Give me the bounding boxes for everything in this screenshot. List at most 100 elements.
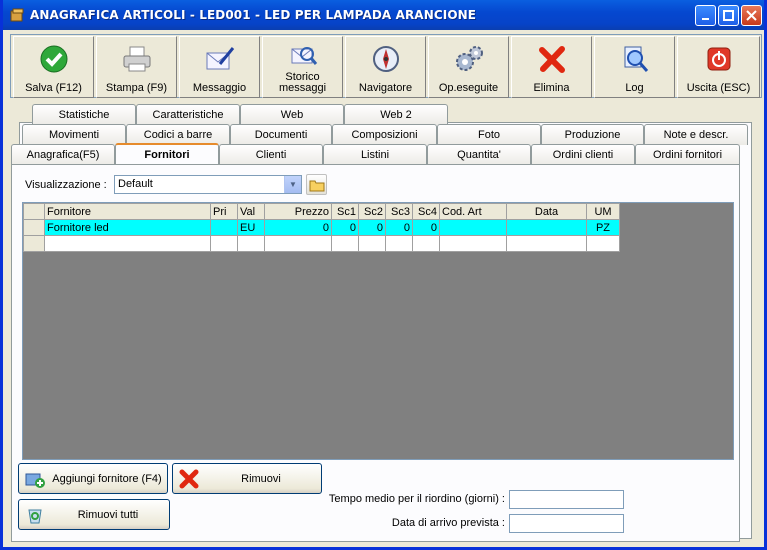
log-button[interactable]: Log	[594, 36, 675, 98]
print-label: Stampa (F9)	[105, 82, 168, 94]
tab-foto[interactable]: Foto	[437, 124, 541, 145]
tab-web[interactable]: Web	[240, 104, 344, 125]
exit-power-icon	[703, 43, 735, 75]
cell-empty[interactable]	[385, 235, 413, 252]
close-button[interactable]	[741, 5, 762, 26]
row-indicator[interactable]	[23, 219, 45, 236]
message-label: Messaggio	[192, 82, 247, 94]
message-history-button[interactable]: Storico messaggi	[262, 36, 343, 98]
cell-empty[interactable]	[44, 235, 211, 252]
minimize-icon	[701, 17, 709, 20]
tab-anagrafica[interactable]: Anagrafica(F5)	[11, 144, 115, 165]
tab-quantita[interactable]: Quantita'	[427, 144, 531, 165]
tab-clienti[interactable]: Clienti	[219, 144, 323, 165]
tab-composizioni[interactable]: Composizioni	[332, 124, 437, 145]
view-select[interactable]: Default ▼	[114, 175, 302, 194]
cell-sc3[interactable]: 0	[385, 219, 413, 236]
cell-empty[interactable]	[439, 235, 507, 252]
exit-button[interactable]: Uscita (ESC)	[677, 36, 760, 98]
tab-movimenti[interactable]: Movimenti	[22, 124, 126, 145]
minimize-button[interactable]	[695, 5, 716, 26]
add-supplier-button[interactable]: Aggiungi fornitore (F4)	[18, 463, 168, 494]
column-header-pri[interactable]: Pri	[210, 203, 238, 220]
delete-label: Elimina	[533, 82, 570, 94]
window-title: ANAGRAFICA ARTICOLI - LED001 - LED PER L…	[30, 8, 477, 22]
cell-sc2[interactable]: 0	[358, 219, 386, 236]
cell-empty[interactable]	[506, 235, 587, 252]
navigator-button[interactable]: Navigatore	[345, 36, 426, 98]
tab-produzione[interactable]: Produzione	[541, 124, 644, 145]
tab-ordini-fornitori[interactable]: Ordini fornitori	[635, 144, 740, 165]
cell-empty[interactable]	[358, 235, 386, 252]
arrival-date-label: Data di arrivo prevista :	[391, 517, 505, 529]
cell-empty[interactable]	[412, 235, 440, 252]
row-indicator-header	[23, 203, 45, 220]
envelope-pen-icon	[204, 43, 236, 75]
message-button[interactable]: Messaggio	[179, 36, 260, 98]
cell-um[interactable]: PZ	[586, 219, 620, 236]
column-header-sc1[interactable]: Sc1	[331, 203, 359, 220]
column-header-cod-art[interactable]: Cod. Art	[439, 203, 507, 220]
save-button[interactable]: Salva (F12)	[13, 36, 94, 98]
cell-empty[interactable]	[331, 235, 359, 252]
remove-button[interactable]: Rimuovi	[172, 463, 322, 494]
tab-caratteristiche[interactable]: Caratteristiche	[136, 104, 240, 125]
cell-empty[interactable]	[586, 235, 620, 252]
message-history-label: Storico messaggi	[278, 71, 327, 94]
tab-ordini-clienti[interactable]: Ordini clienti	[531, 144, 635, 165]
log-label: Log	[625, 82, 644, 94]
maximize-icon	[723, 10, 734, 21]
cell-sc4[interactable]: 0	[412, 219, 440, 236]
gears-icon	[453, 43, 485, 75]
cell-empty[interactable]	[210, 235, 238, 252]
tab-web-2[interactable]: Web 2	[344, 104, 448, 125]
column-header-prezzo[interactable]: Prezzo	[264, 203, 332, 220]
remove-label: Rimuovi	[241, 472, 281, 485]
cell-sc1[interactable]: 0	[331, 219, 359, 236]
tab-codici-a-barre[interactable]: Codici a barre	[126, 124, 230, 145]
folder-icon	[309, 180, 324, 191]
print-button[interactable]: Stampa (F9)	[96, 36, 177, 98]
view-label: Visualizzazione :	[25, 179, 107, 191]
maximize-button[interactable]	[718, 5, 739, 26]
cell-prezzo[interactable]: 0	[264, 219, 332, 236]
delete-x-icon	[536, 43, 568, 75]
column-header-sc2[interactable]: Sc2	[358, 203, 386, 220]
cell-pri[interactable]	[210, 219, 238, 236]
cell-cod-art[interactable]	[439, 219, 507, 236]
reorder-time-label: Tempo medio per il riordino (giorni) :	[328, 493, 505, 505]
table-row-new[interactable]	[23, 235, 620, 252]
column-header-fornitore[interactable]: Fornitore	[44, 203, 211, 220]
delete-button[interactable]: Elimina	[511, 36, 592, 98]
tab-listini[interactable]: Listini	[323, 144, 427, 165]
tab-statistiche[interactable]: Statistiche	[32, 104, 136, 125]
column-header-sc4[interactable]: Sc4	[412, 203, 440, 220]
operations-done-button[interactable]: Op.eseguite	[428, 36, 509, 98]
tab-note-e-descr[interactable]: Note e descr.	[644, 124, 748, 145]
reorder-time-input[interactable]	[509, 490, 624, 509]
recycle-bin-icon	[23, 503, 47, 527]
arrival-date-input[interactable]	[509, 514, 624, 533]
cell-empty[interactable]	[264, 235, 332, 252]
remove-all-button[interactable]: Rimuovi tutti	[18, 499, 170, 530]
main-window: ANAGRAFICA ARTICOLI - LED001 - LED PER L…	[0, 0, 767, 550]
tab-fornitori[interactable]: Fornitori	[115, 143, 219, 165]
cell-empty[interactable]	[237, 235, 265, 252]
column-header-um[interactable]: UM	[586, 203, 620, 220]
column-header-val[interactable]: Val	[237, 203, 265, 220]
column-header-data[interactable]: Data	[506, 203, 587, 220]
cell-val[interactable]: EU	[237, 219, 265, 236]
suppliers-grid[interactable]: Fornitore Pri Val Prezzo Sc1 Sc2 Sc3 Sc4…	[22, 202, 734, 460]
title-bar[interactable]: ANAGRAFICA ARTICOLI - LED001 - LED PER L…	[3, 0, 764, 30]
table-row[interactable]: Fornitore led EU 0 0 0 0 0 PZ	[23, 219, 620, 236]
open-folder-button[interactable]	[306, 174, 327, 195]
column-header-sc3[interactable]: Sc3	[385, 203, 413, 220]
tab-documenti[interactable]: Documenti	[230, 124, 332, 145]
exit-label: Uscita (ESC)	[686, 82, 751, 94]
printer-icon	[121, 43, 153, 75]
cell-data[interactable]	[506, 219, 587, 236]
row-indicator-new[interactable]	[23, 235, 45, 252]
chevron-down-icon[interactable]: ▼	[284, 176, 301, 193]
app-box-icon	[10, 8, 24, 22]
cell-fornitore[interactable]: Fornitore led	[44, 219, 211, 236]
